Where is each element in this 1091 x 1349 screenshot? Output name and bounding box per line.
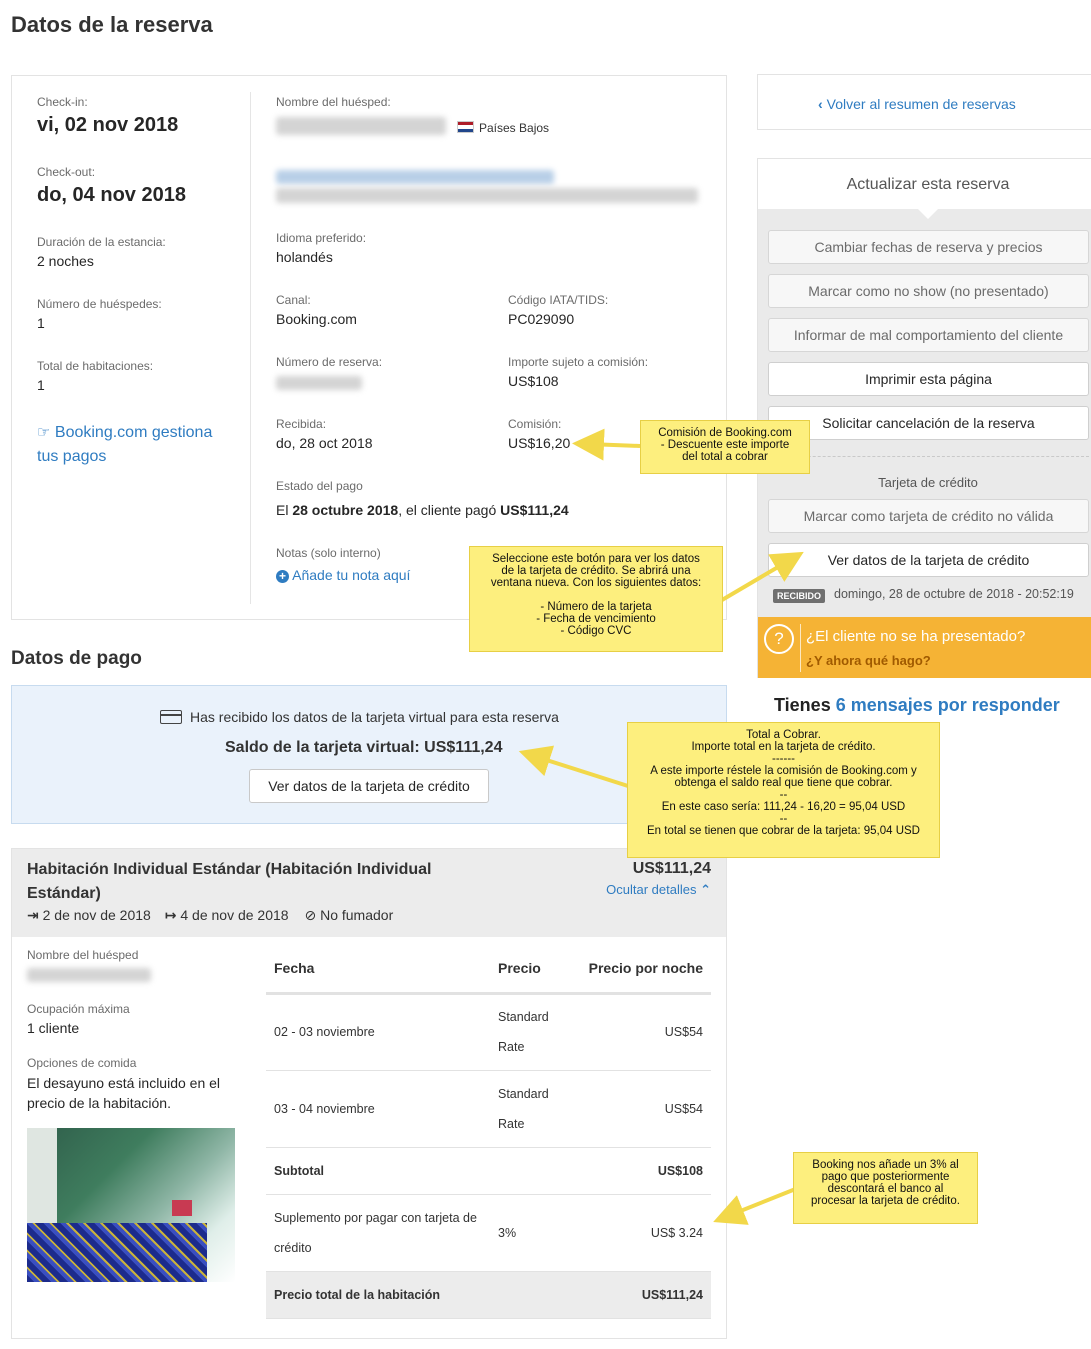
annotation-surcharge: Booking nos añade un 3% al pago que post… (793, 1152, 978, 1224)
annotation-total: Total a Cobrar. Importe total en la tarj… (627, 722, 940, 858)
annotation-view-card: Seleccione este botón para ver los datos… (469, 546, 723, 652)
arrow-surcharge (713, 1186, 799, 1225)
arrow-total (518, 745, 629, 788)
arrow-view-card (720, 551, 804, 602)
arrow-commission (572, 428, 641, 461)
annotation-commission: Comisión de Booking.com - Descuente este… (640, 420, 810, 474)
annotation-arrows (518, 428, 804, 1225)
